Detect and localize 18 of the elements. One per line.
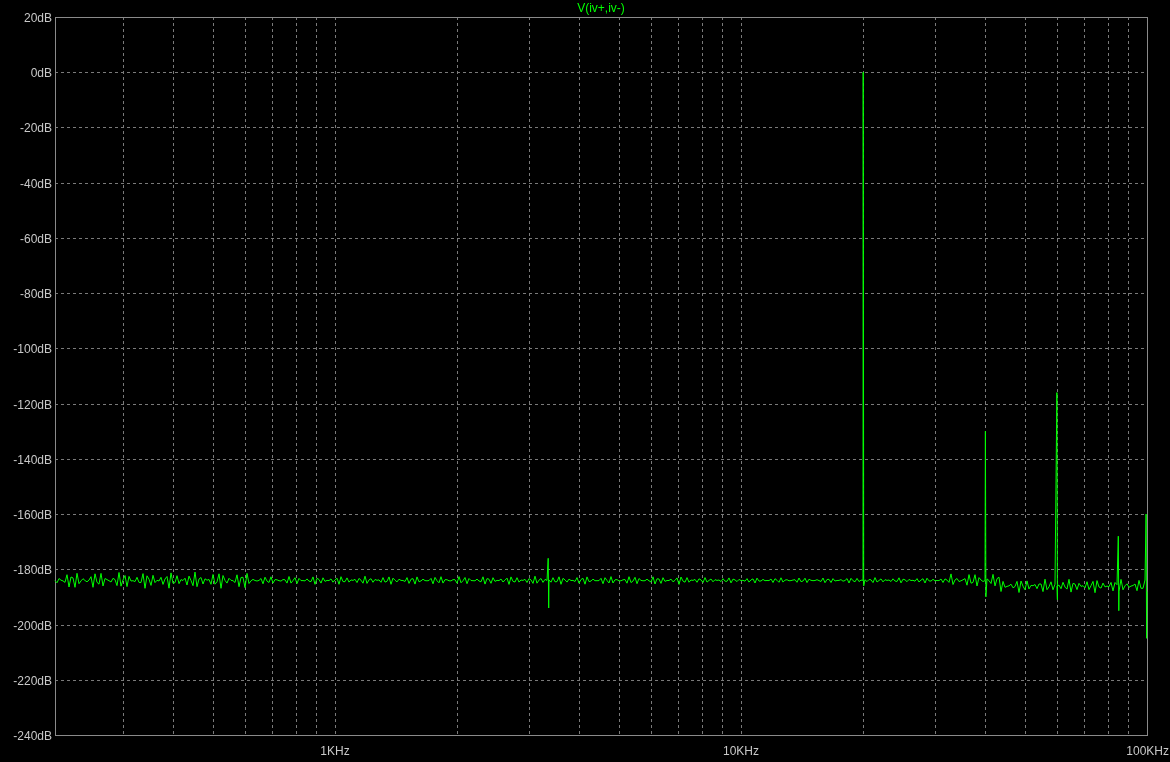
y-axis-label: -100dB: [13, 341, 52, 356]
y-axis-label: -140dB: [13, 452, 52, 467]
x-axis-label: 1KHz: [320, 744, 350, 758]
y-axis-label: 20dB: [23, 10, 52, 25]
y-axis-label: -120dB: [13, 397, 52, 412]
y-axis-label: -240dB: [13, 728, 52, 743]
y-axis-label: -220dB: [13, 673, 52, 688]
y-axis-label: -160dB: [13, 507, 52, 522]
trace-name: V(iv+,iv-): [577, 1, 625, 15]
y-axis-label: -60dB: [19, 231, 52, 246]
x-axis-label: 10KHz: [723, 744, 759, 758]
y-axis-label: -200dB: [13, 618, 52, 633]
y-axis-label: -40dB: [19, 176, 52, 191]
y-axis-label: -20dB: [19, 120, 52, 135]
x-axis-label: 100KHz: [1126, 744, 1169, 758]
y-axis-label: 0dB: [30, 65, 52, 80]
y-axis-label: -80dB: [19, 286, 52, 301]
y-axis-label: -180dB: [13, 562, 52, 577]
